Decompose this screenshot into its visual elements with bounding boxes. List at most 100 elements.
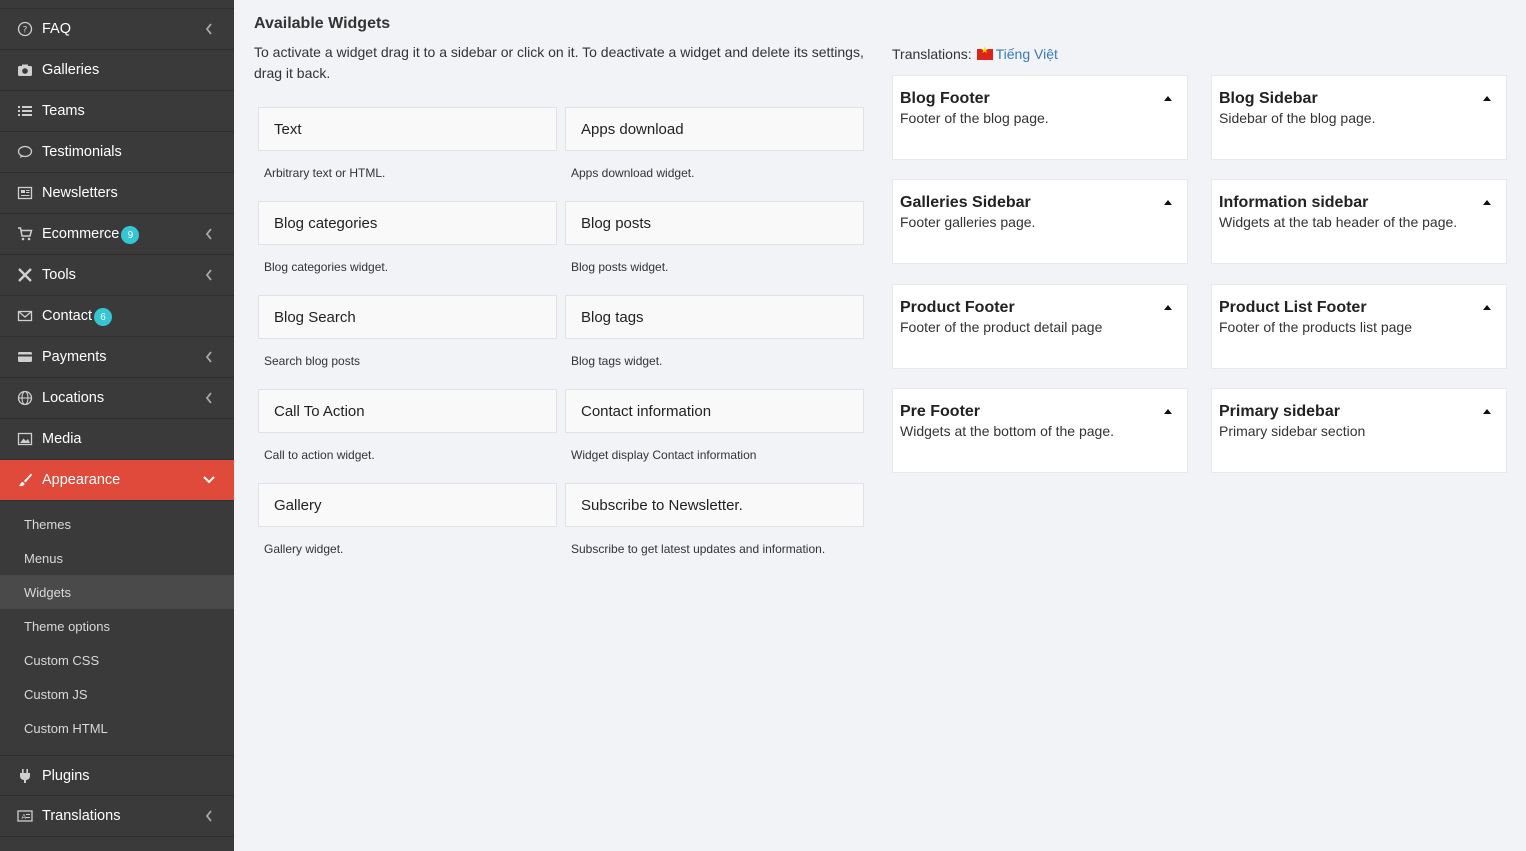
sidebar-area-card[interactable]: Pre Footer Widgets at the bottom of the … <box>892 388 1188 473</box>
widget-item[interactable]: Blog categories Blog categories widget. <box>258 201 557 274</box>
caret-up-icon[interactable] <box>1163 94 1173 102</box>
chevron-left-icon <box>205 23 212 35</box>
sidebar-area-name: Blog Sidebar <box>1219 90 1318 107</box>
chevron-left-icon <box>205 269 212 281</box>
widget-description: Arbitrary text or HTML. <box>264 166 386 180</box>
widget-description: Subscribe to get latest updates and info… <box>571 542 826 556</box>
widget-item[interactable]: Gallery Gallery widget. <box>258 483 557 556</box>
brush-icon <box>16 471 34 489</box>
chevron-left-icon <box>205 228 212 240</box>
submenu-item-custom-css[interactable]: Custom CSS <box>0 643 234 677</box>
widget-title[interactable]: Contact information <box>565 389 864 433</box>
sidebar-area-card[interactable]: Blog Sidebar Sidebar of the blog page. <box>1211 75 1507 160</box>
menu-item-locations[interactable]: Locations <box>0 378 234 419</box>
chevron-down-icon <box>203 476 215 484</box>
svg-text:?: ? <box>23 26 28 36</box>
list-icon <box>16 102 34 120</box>
submenu-item-theme-options[interactable]: Theme options <box>0 609 234 643</box>
chevron-left-icon <box>205 810 212 822</box>
sidebar-area-card[interactable]: Product Footer Footer of the product det… <box>892 284 1188 369</box>
menu-item-ecommerce[interactable]: Ecommerce 9 <box>0 214 234 255</box>
menu-item-testimonials[interactable]: Testimonials <box>0 132 234 173</box>
sidebar-area-card[interactable]: Information sidebar Widgets at the tab h… <box>1211 179 1507 264</box>
sidebar-area-description: Footer galleries page. <box>900 214 1036 230</box>
question-circle-icon: ? <box>16 20 34 38</box>
notification-badge: 9 <box>121 226 140 244</box>
envelope-icon <box>16 307 34 325</box>
widget-description: Gallery widget. <box>264 542 344 556</box>
caret-up-icon[interactable] <box>1482 407 1492 415</box>
widget-title[interactable]: Text <box>258 107 557 151</box>
translations-label: Translations: <box>892 46 972 62</box>
widget-item[interactable]: Blog posts Blog posts widget. <box>565 201 864 274</box>
translations-bar: Translations: Tiếng Việt <box>892 46 1058 63</box>
language-icon: A <box>16 807 34 825</box>
submenu-item-widgets[interactable]: Widgets <box>0 575 234 609</box>
available-widgets-description: To activate a widget drag it to a sideba… <box>254 44 864 81</box>
menu-item-contact[interactable]: Contact 6 <box>0 296 234 337</box>
widget-item[interactable]: Apps download Apps download widget. <box>565 107 864 180</box>
translation-link-vietnamese[interactable]: Tiếng Việt <box>996 46 1058 62</box>
widget-description: Widget display Contact information <box>571 448 757 462</box>
widget-title[interactable]: Subscribe to Newsletter. <box>565 483 864 527</box>
submenu-item-custom-html[interactable]: Custom HTML <box>0 711 234 745</box>
caret-up-icon[interactable] <box>1163 303 1173 311</box>
sidebar-area-card[interactable]: Galleries Sidebar Footer galleries page. <box>892 179 1188 264</box>
menu-label: Galleries <box>42 62 100 78</box>
sidebar-area-name: Information sidebar <box>1219 194 1369 211</box>
sidebar-area-name: Pre Footer <box>900 403 981 420</box>
menu-item-faq[interactable]: ? FAQ <box>0 9 234 50</box>
camera-icon <box>16 61 34 79</box>
widget-item[interactable]: Call To Action Call to action widget. <box>258 389 557 462</box>
caret-up-icon[interactable] <box>1482 94 1492 102</box>
menu-label: Teams <box>42 103 85 119</box>
sidebar-top-edge <box>0 0 234 9</box>
sidebar-area-description: Widgets at the bottom of the page. <box>900 423 1115 439</box>
submenu-item-custom-js[interactable]: Custom JS <box>0 677 234 711</box>
widget-description: Blog posts widget. <box>571 260 669 274</box>
sidebar-area-description: Footer of the products list page <box>1219 319 1412 335</box>
menu-item-galleries[interactable]: Galleries <box>0 50 234 91</box>
sidebar-area-description: Primary sidebar section <box>1219 423 1366 439</box>
menu-item-teams[interactable]: Teams <box>0 91 234 132</box>
comment-icon <box>16 143 34 161</box>
caret-up-icon[interactable] <box>1482 198 1492 206</box>
widget-title[interactable]: Blog posts <box>565 201 864 245</box>
widget-description: Apps download widget. <box>571 166 695 180</box>
widget-item[interactable]: Blog Search Search blog posts <box>258 295 557 368</box>
sidebar-area-description: Footer of the blog page. <box>900 110 1049 126</box>
menu-item-appearance[interactable]: Appearance <box>0 460 234 501</box>
sidebar-area-name: Blog Footer <box>900 90 990 107</box>
sidebar-area-description: Widgets at the tab header of the page. <box>1219 214 1458 230</box>
sidebar-area-card[interactable]: Blog Footer Footer of the blog page. <box>892 75 1188 160</box>
sidebar-area-description: Footer of the product detail page <box>900 319 1103 335</box>
caret-up-icon[interactable] <box>1482 303 1492 311</box>
globe-icon <box>16 389 34 407</box>
menu-item-media[interactable]: Media <box>0 419 234 460</box>
chevron-left-icon <box>205 392 212 404</box>
image-icon <box>16 430 34 448</box>
sidebar-area-card[interactable]: Primary sidebar Primary sidebar section <box>1211 388 1507 473</box>
menu-item-plugins[interactable]: Plugins <box>0 755 234 796</box>
widget-title[interactable]: Blog Search <box>258 295 557 339</box>
submenu-item-themes[interactable]: Themes <box>0 507 234 541</box>
menu-item-payments[interactable]: Payments <box>0 337 234 378</box>
sidebar-area-description: Sidebar of the blog page. <box>1219 110 1376 126</box>
chevron-left-icon <box>205 351 212 363</box>
menu-item-newsletters[interactable]: Newsletters <box>0 173 234 214</box>
widget-item[interactable]: Contact information Widget display Conta… <box>565 389 864 462</box>
widget-title[interactable]: Apps download <box>565 107 864 151</box>
menu-item-translations[interactable]: A Translations <box>0 796 234 837</box>
menu-item-tools[interactable]: Tools <box>0 255 234 296</box>
widget-title[interactable]: Blog categories <box>258 201 557 245</box>
widget-title[interactable]: Blog tags <box>565 295 864 339</box>
widget-title[interactable]: Gallery <box>258 483 557 527</box>
widget-title[interactable]: Call To Action <box>258 389 557 433</box>
caret-up-icon[interactable] <box>1163 407 1173 415</box>
widget-item[interactable]: Blog tags Blog tags widget. <box>565 295 864 368</box>
widget-item[interactable]: Text Arbitrary text or HTML. <box>258 107 557 180</box>
widget-item[interactable]: Subscribe to Newsletter. Subscribe to ge… <box>565 483 864 556</box>
submenu-item-menus[interactable]: Menus <box>0 541 234 575</box>
caret-up-icon[interactable] <box>1163 198 1173 206</box>
sidebar-area-card[interactable]: Product List Footer Footer of the produc… <box>1211 284 1507 369</box>
